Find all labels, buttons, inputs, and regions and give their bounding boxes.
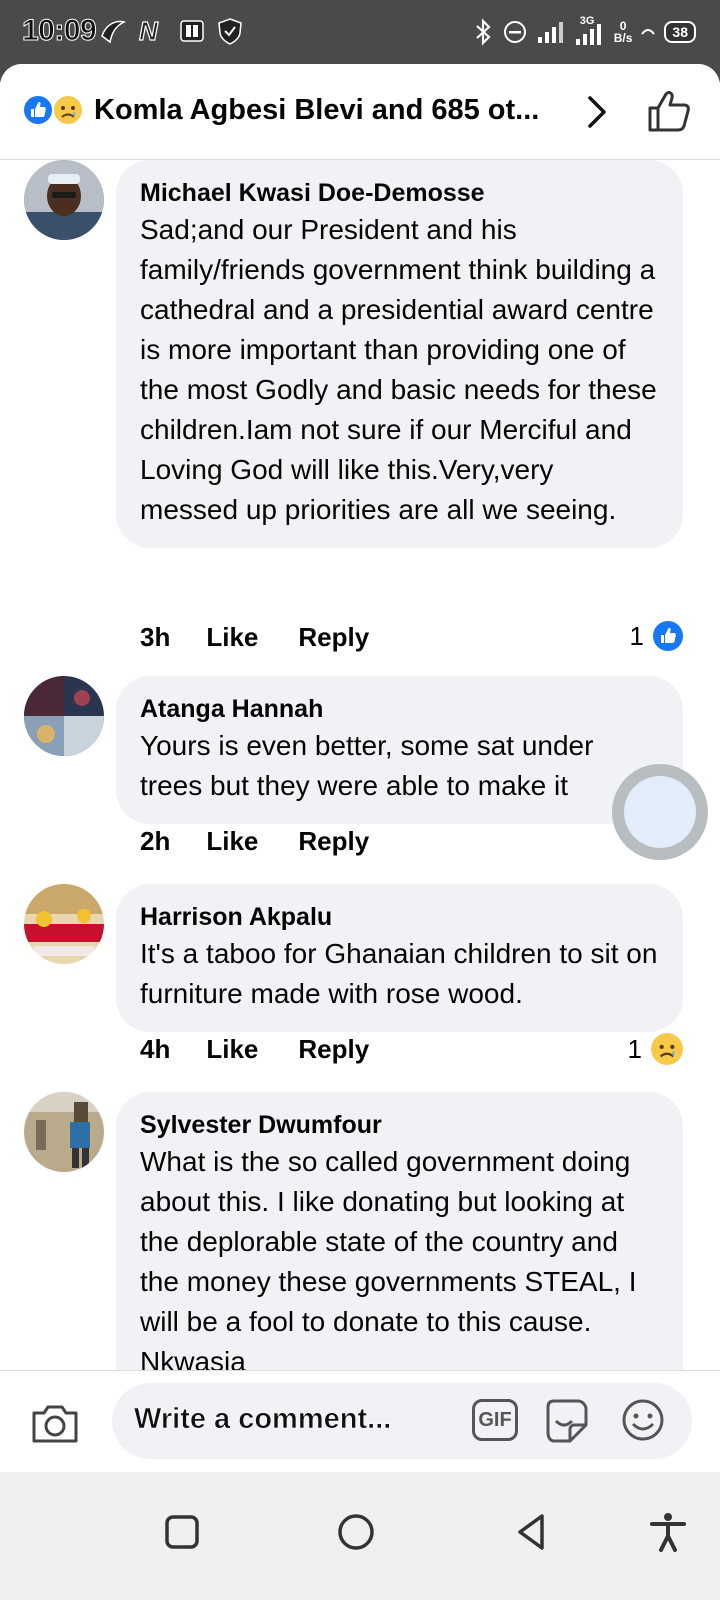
comment-time[interactable]: 3h bbox=[140, 622, 170, 653]
sad-reaction-icon bbox=[651, 1033, 683, 1065]
like-button[interactable]: Like bbox=[206, 1034, 258, 1065]
shield-icon bbox=[218, 18, 242, 45]
accessibility-icon[interactable] bbox=[646, 1510, 690, 1554]
like-button[interactable]: Like bbox=[206, 622, 258, 653]
avatar[interactable] bbox=[24, 1092, 104, 1172]
thumbs-up-icon[interactable] bbox=[646, 90, 692, 134]
back-icon[interactable] bbox=[510, 1510, 554, 1554]
avatar[interactable] bbox=[24, 884, 104, 964]
wifi-small-icon bbox=[641, 29, 656, 35]
reaction-count-value: 1 bbox=[627, 1033, 642, 1064]
comment-placeholder: Write a comment... bbox=[134, 1403, 392, 1436]
comment-actions: 4h Like Reply bbox=[140, 1034, 369, 1065]
do-not-disturb-icon bbox=[503, 21, 526, 43]
network-speed-unit: B/s bbox=[613, 31, 633, 45]
reactions-title[interactable]: Komla Agbesi Blevi and 685 ot... bbox=[94, 94, 564, 127]
signal-3g-group: 3G bbox=[574, 15, 606, 47]
emoji-icon[interactable] bbox=[620, 1397, 666, 1443]
system-nav-bar bbox=[0, 1472, 720, 1600]
recent-apps-icon[interactable] bbox=[160, 1510, 204, 1554]
avatar[interactable] bbox=[24, 676, 104, 756]
signal-icon-2 bbox=[575, 24, 601, 45]
sticker-icon[interactable] bbox=[542, 1397, 590, 1445]
comments-sheet: Komla Agbesi Blevi and 685 ot... Michael… bbox=[0, 64, 720, 1504]
comment-input[interactable]: Write a comment... GIF bbox=[112, 1383, 692, 1459]
like-button[interactable]: Like bbox=[206, 826, 258, 857]
battery-indicator: 38 bbox=[664, 21, 696, 43]
sad-reaction-icon bbox=[52, 94, 84, 126]
app-notification-icon bbox=[101, 20, 126, 44]
reactions-header[interactable]: Komla Agbesi Blevi and 685 ot... bbox=[0, 64, 720, 160]
comment-composer: Write a comment... GIF bbox=[0, 1370, 720, 1472]
news-app-icon: N bbox=[138, 16, 159, 46]
comment-bubble[interactable]: Michael Kwasi Doe-Demosse Sad;and our Pr… bbox=[116, 160, 683, 548]
comment-text: Sad;and our President and his family/fri… bbox=[140, 214, 657, 525]
comment-time[interactable]: 2h bbox=[140, 826, 170, 857]
comment-time[interactable]: 4h bbox=[140, 1034, 170, 1065]
comment-author[interactable]: Atanga Hannah bbox=[140, 692, 659, 726]
reaction-count[interactable]: 1 bbox=[628, 1032, 684, 1066]
avatar[interactable] bbox=[24, 160, 104, 240]
comment-bubble[interactable]: Atanga Hannah Yours is even better, some… bbox=[116, 676, 683, 824]
camera-icon[interactable] bbox=[30, 1401, 80, 1445]
signal-icon-1 bbox=[537, 22, 563, 43]
touch-indicator bbox=[612, 764, 708, 860]
svg-text:N: N bbox=[139, 16, 159, 46]
status-time: 10:09 bbox=[21, 14, 97, 48]
comment-text: What is the so called government doing a… bbox=[140, 1146, 637, 1377]
comment-actions: 2h Like Reply bbox=[140, 826, 369, 857]
chevron-right-icon[interactable] bbox=[582, 92, 612, 132]
reader-app-icon bbox=[180, 20, 204, 42]
home-icon[interactable] bbox=[334, 1510, 378, 1554]
comment-text: It's a taboo for Ghanaian children to si… bbox=[140, 938, 658, 1009]
comment-bubble[interactable]: Harrison Akpalu It's a taboo for Ghanaia… bbox=[116, 884, 683, 1032]
comment-actions: 3h Like Reply bbox=[140, 622, 369, 653]
bluetooth-icon bbox=[475, 18, 491, 46]
reply-button[interactable]: Reply bbox=[298, 1034, 369, 1065]
status-bar: 10:09 N 3G 0 B/s 38 bbox=[0, 0, 720, 64]
reaction-count-value: 1 bbox=[629, 620, 644, 651]
like-reaction-icon bbox=[22, 94, 54, 126]
network-speed: 0 B/s bbox=[614, 20, 633, 44]
status-right-group: 3G 0 B/s 38 bbox=[472, 14, 696, 50]
comment-author[interactable]: Michael Kwasi Doe-Demosse bbox=[140, 176, 659, 210]
like-reaction-icon bbox=[653, 621, 683, 651]
comment-author[interactable]: Sylvester Dwumfour bbox=[140, 1108, 659, 1142]
reply-button[interactable]: Reply bbox=[298, 826, 369, 857]
comment-author[interactable]: Harrison Akpalu bbox=[140, 900, 659, 934]
comment-text: Yours is even better, some sat under tre… bbox=[140, 730, 594, 801]
gif-icon[interactable]: GIF bbox=[472, 1399, 518, 1441]
reply-button[interactable]: Reply bbox=[298, 622, 369, 653]
reaction-count[interactable]: 1 bbox=[630, 620, 684, 652]
